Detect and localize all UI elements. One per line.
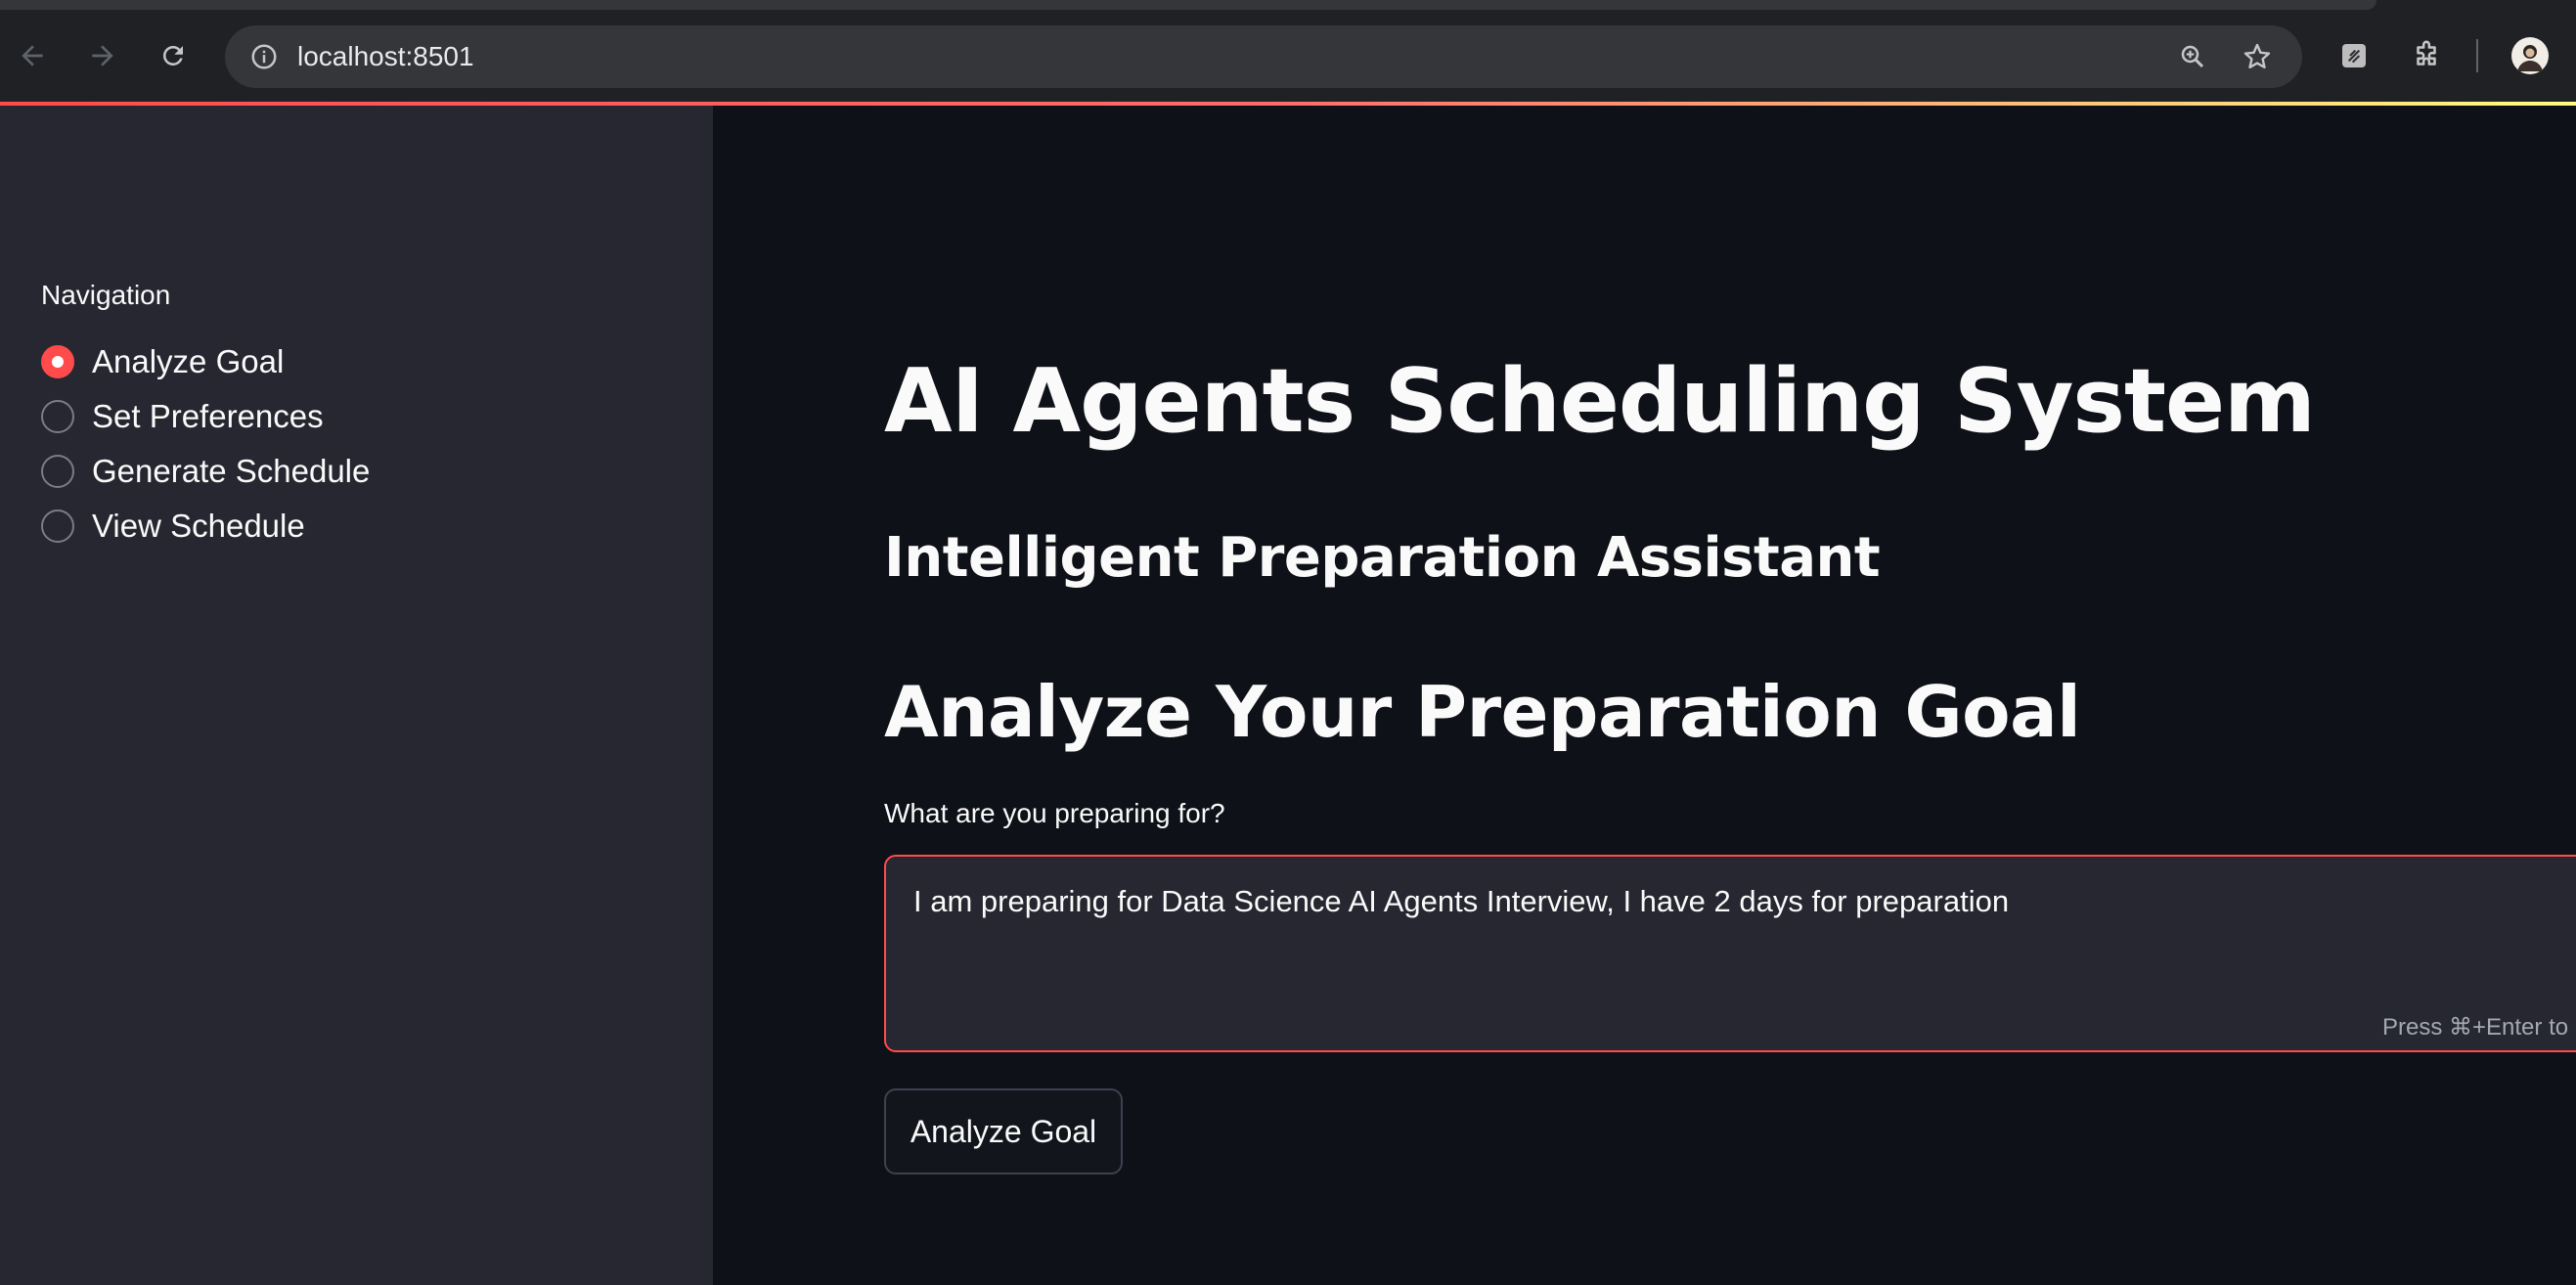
goal-input-label: What are you preparing for? (884, 798, 1225, 828)
radio-label: Set Preferences (92, 398, 324, 434)
extension-app-icon[interactable] (2328, 29, 2380, 82)
toolbar-divider (2476, 39, 2478, 72)
info-icon[interactable] (241, 33, 288, 80)
radio-set-preferences[interactable]: Set Preferences (41, 393, 324, 440)
navigation-label: Navigation (41, 280, 171, 310)
address-bar[interactable]: localhost:8501 (225, 25, 2302, 88)
radio-unselected-icon[interactable] (41, 455, 74, 488)
reload-icon[interactable] (147, 29, 200, 82)
radio-view-schedule[interactable]: View Schedule (41, 503, 305, 550)
main-content: AI Agents Scheduling System Intelligent … (713, 106, 2576, 1285)
submit-hint: Press ⌘+Enter to (2382, 1014, 2569, 1041)
url-text[interactable]: localhost:8501 (297, 25, 474, 88)
zoom-icon[interactable] (2169, 33, 2216, 80)
radio-generate-schedule[interactable]: Generate Schedule (41, 448, 370, 495)
radio-unselected-icon[interactable] (41, 510, 74, 543)
radio-selected-icon[interactable] (41, 345, 74, 378)
puzzle-icon[interactable] (2400, 29, 2453, 82)
analyze-goal-button[interactable]: Analyze Goal (884, 1088, 1123, 1174)
star-icon[interactable] (2234, 33, 2281, 80)
radio-analyze-goal[interactable]: Analyze Goal (41, 338, 284, 385)
profile-avatar[interactable] (2504, 29, 2556, 82)
section-title: Analyze Your Preparation Goal (884, 671, 2081, 753)
browser-toolbar: localhost:8501 (0, 0, 2576, 102)
forward-arrow-icon[interactable] (76, 29, 129, 82)
sidebar: Navigation Analyze Goal Set Preferences … (0, 106, 713, 1285)
goal-textarea[interactable]: I am preparing for Data Science AI Agent… (884, 855, 2576, 1052)
page-subtitle: Intelligent Preparation Assistant (884, 526, 1881, 590)
radio-unselected-icon[interactable] (41, 400, 74, 433)
radio-label: View Schedule (92, 508, 305, 544)
tab-strip (0, 0, 2376, 10)
radio-label: Analyze Goal (92, 343, 285, 379)
page-title: AI Agents Scheduling System (884, 350, 2316, 453)
goal-textarea-value[interactable]: I am preparing for Data Science AI Agent… (913, 884, 2009, 919)
radio-label: Generate Schedule (92, 453, 371, 489)
back-arrow-icon[interactable] (6, 29, 59, 82)
